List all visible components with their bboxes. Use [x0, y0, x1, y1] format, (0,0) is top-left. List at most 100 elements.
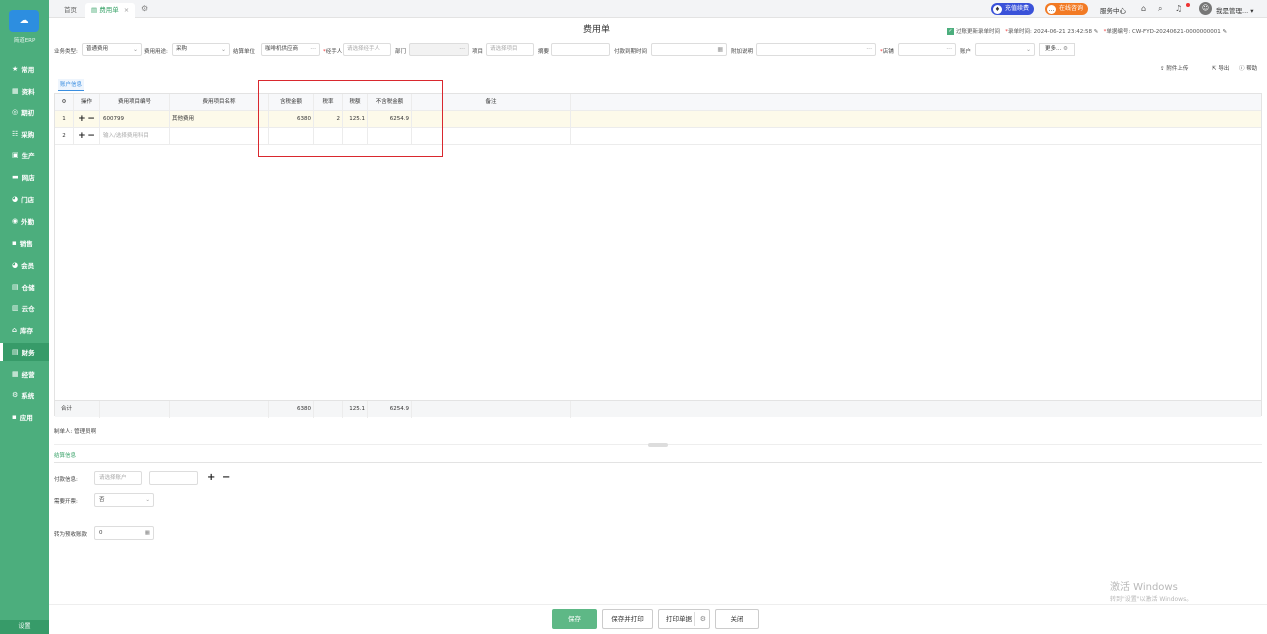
edit-icon[interactable]: ✎ — [1094, 29, 1099, 35]
close-button[interactable]: 关闭 — [715, 609, 759, 629]
sidebar-settings-button[interactable]: 设置 — [0, 620, 49, 634]
tab-account-info[interactable]: 账户信息 — [58, 79, 85, 91]
expense-use-select[interactable]: 采购 ⌄ — [172, 43, 230, 56]
online-consult-button[interactable]: … 在线咨询 — [1045, 3, 1089, 15]
invoice-select[interactable]: 否 ⌄ — [94, 493, 154, 507]
tab-settings-gear-icon[interactable]: ⚙ — [141, 4, 148, 13]
home-icon[interactable]: ⌂ — [1141, 4, 1146, 13]
handler-input[interactable]: 请选择经手人 — [343, 43, 391, 56]
remove-row-icon[interactable]: − — [87, 114, 95, 124]
maker-value: 管理员啊 — [74, 429, 97, 435]
resize-handle[interactable] — [648, 443, 668, 447]
project-label: 项目 — [472, 49, 484, 55]
sidebar-item-7[interactable]: ◉ 外勤 — [0, 212, 49, 230]
bell-icon[interactable]: ♫ — [1175, 4, 1182, 13]
save-button[interactable]: 保存 — [552, 609, 597, 629]
handler-placeholder: 请选择经手人 — [347, 46, 381, 52]
expense-use-value: 采购 — [176, 46, 188, 52]
nav-icon: ◎ — [12, 108, 19, 116]
sidebar-item-16[interactable]: ▪ 应用 — [0, 408, 49, 426]
user-menu[interactable]: 我是管理... ▾ — [1216, 5, 1254, 15]
save-print-button[interactable]: 保存并打印 — [602, 609, 653, 629]
sidebar-item-1[interactable]: ▦ 资料 — [0, 82, 49, 100]
sidebar-item-3[interactable]: ☷ 采购 — [0, 125, 49, 143]
sidebar-item-15[interactable]: ⚙ 系统 — [0, 386, 49, 404]
calculator-icon[interactable]: ▦ — [145, 527, 150, 539]
project-input[interactable]: 请选择项目 — [486, 43, 534, 56]
avatar[interactable]: ☺ — [1199, 2, 1212, 15]
more-fields-button[interactable]: 更多... ⚙ — [1039, 43, 1075, 56]
more-dots-icon[interactable]: ··· — [310, 44, 316, 55]
calendar-icon[interactable]: ▦ — [717, 44, 723, 55]
sidebar-item-9[interactable]: ◕ 会员 — [0, 256, 49, 274]
pay-account-input[interactable]: 请选择账户 — [94, 471, 142, 485]
sidebar-item-14[interactable]: ▦ 经营 — [0, 365, 49, 383]
code-cell[interactable]: 600799 — [100, 111, 170, 128]
summary-input[interactable] — [551, 43, 610, 56]
department-input[interactable]: ··· — [409, 43, 469, 56]
pay-amount-input[interactable] — [149, 471, 198, 485]
more-dots-icon[interactable]: ··· — [866, 44, 872, 55]
tab-expense-doc[interactable]: ▤ 费用单 × — [85, 3, 136, 18]
sidebar-item-4[interactable]: ▣ 生产 — [0, 146, 49, 164]
sidebar-item-11[interactable]: ▥ 云仓 — [0, 299, 49, 317]
sidebar-item-0[interactable]: ★ 常用 — [0, 60, 49, 78]
add-payment-icon[interactable]: + — [207, 472, 215, 483]
account-select[interactable]: ⌄ — [975, 43, 1035, 56]
more-dots-icon[interactable]: ··· — [946, 44, 952, 55]
print-settings-gear-icon[interactable]: ⚙ — [700, 610, 706, 628]
help-button[interactable]: ⓘ 帮助 — [1239, 64, 1257, 72]
remove-payment-icon[interactable]: − — [222, 472, 230, 483]
chevron-down-icon: ⌄ — [145, 497, 150, 503]
sidebar-item-5[interactable]: ▬ 网店 — [0, 168, 49, 186]
add-row-icon[interactable]: + — [78, 114, 86, 124]
recharge-icon: ♦ — [993, 4, 1002, 14]
overwrite-time-checkbox[interactable]: ✓ — [947, 28, 954, 35]
maker-label: 制单人: — [54, 429, 73, 435]
name-cell[interactable] — [170, 128, 269, 145]
page-title: 费用单 — [583, 25, 611, 35]
prepay-input[interactable]: 0 ▦ — [94, 526, 154, 540]
recharge-button[interactable]: ♦ 充值续费 — [991, 3, 1035, 15]
sidebar-item-label: 仓储 — [21, 284, 35, 292]
sidebar-item-6[interactable]: ◕ 门店 — [0, 190, 49, 208]
nav-icon: ▤ — [12, 348, 19, 356]
tab-close-icon[interactable]: × — [124, 6, 129, 14]
sidebar-item-12[interactable]: ⌂ 库存 — [0, 321, 49, 339]
column-settings-gear-icon[interactable]: ⚙ — [55, 94, 74, 111]
pay-deadline-input[interactable]: ▦ — [651, 43, 727, 56]
service-center-link[interactable]: 服务中心 — [1100, 5, 1126, 15]
entry-time-value[interactable]: 2024-06-21 23:42:58 — [1034, 29, 1092, 35]
sidebar-item-label: 门店 — [21, 196, 35, 204]
sidebar-item-label: 经营 — [21, 371, 35, 379]
more-dots-icon[interactable]: ··· — [459, 44, 465, 55]
tab-home[interactable]: 首页 — [58, 3, 83, 18]
settle-unit-label: 结算单位 — [233, 49, 256, 55]
table-row[interactable]: 1 + − 600799 其他费用 6380 2 125.1 6254.9 — [55, 111, 1261, 128]
help-label: 帮助 — [1246, 66, 1258, 72]
code-input-cell[interactable]: 输入/选择费用科目 — [100, 128, 170, 145]
sidebar-item-13[interactable]: ▤ 财务 — [0, 343, 49, 361]
search-icon[interactable]: ⌕ — [1158, 4, 1162, 14]
sidebar-item-8[interactable]: ▪ 销售 — [0, 234, 49, 252]
edit-icon[interactable]: ✎ — [1223, 29, 1228, 35]
nav-icon: ▪ — [12, 413, 17, 421]
name-cell[interactable]: 其他费用 — [170, 111, 269, 128]
app-logo[interactable]: ☁ — [9, 10, 39, 32]
help-icon: ⓘ — [1239, 66, 1245, 72]
settle-unit-input[interactable]: 咖啡机供应商 ··· — [261, 43, 320, 56]
add-row-icon[interactable]: + — [78, 131, 86, 141]
sidebar-item-label: 常用 — [21, 66, 35, 74]
sidebar-item-2[interactable]: ◎ 期初 — [0, 103, 49, 121]
doc-no-value[interactable]: CW-FYD-20240621-0000000001 — [1132, 29, 1221, 35]
remove-row-icon[interactable]: − — [87, 131, 95, 141]
business-type-select[interactable]: 普通费用 ⌄ — [82, 43, 142, 56]
print-button[interactable]: 打印单据 ⚙ — [658, 609, 710, 629]
sidebar-item-10[interactable]: ▤ 仓储 — [0, 278, 49, 296]
table-row[interactable]: 2 + − 输入/选择费用科目 — [55, 128, 1261, 145]
attachment-button[interactable]: ⇪ 附件上传 — [1160, 64, 1188, 72]
watermark-line2: 转到"设置"以激活 Windows。 — [1110, 596, 1193, 603]
store-input[interactable]: ··· — [898, 43, 956, 56]
note-input[interactable]: ··· — [756, 43, 876, 56]
export-button[interactable]: ⇱ 导出 — [1212, 64, 1229, 72]
